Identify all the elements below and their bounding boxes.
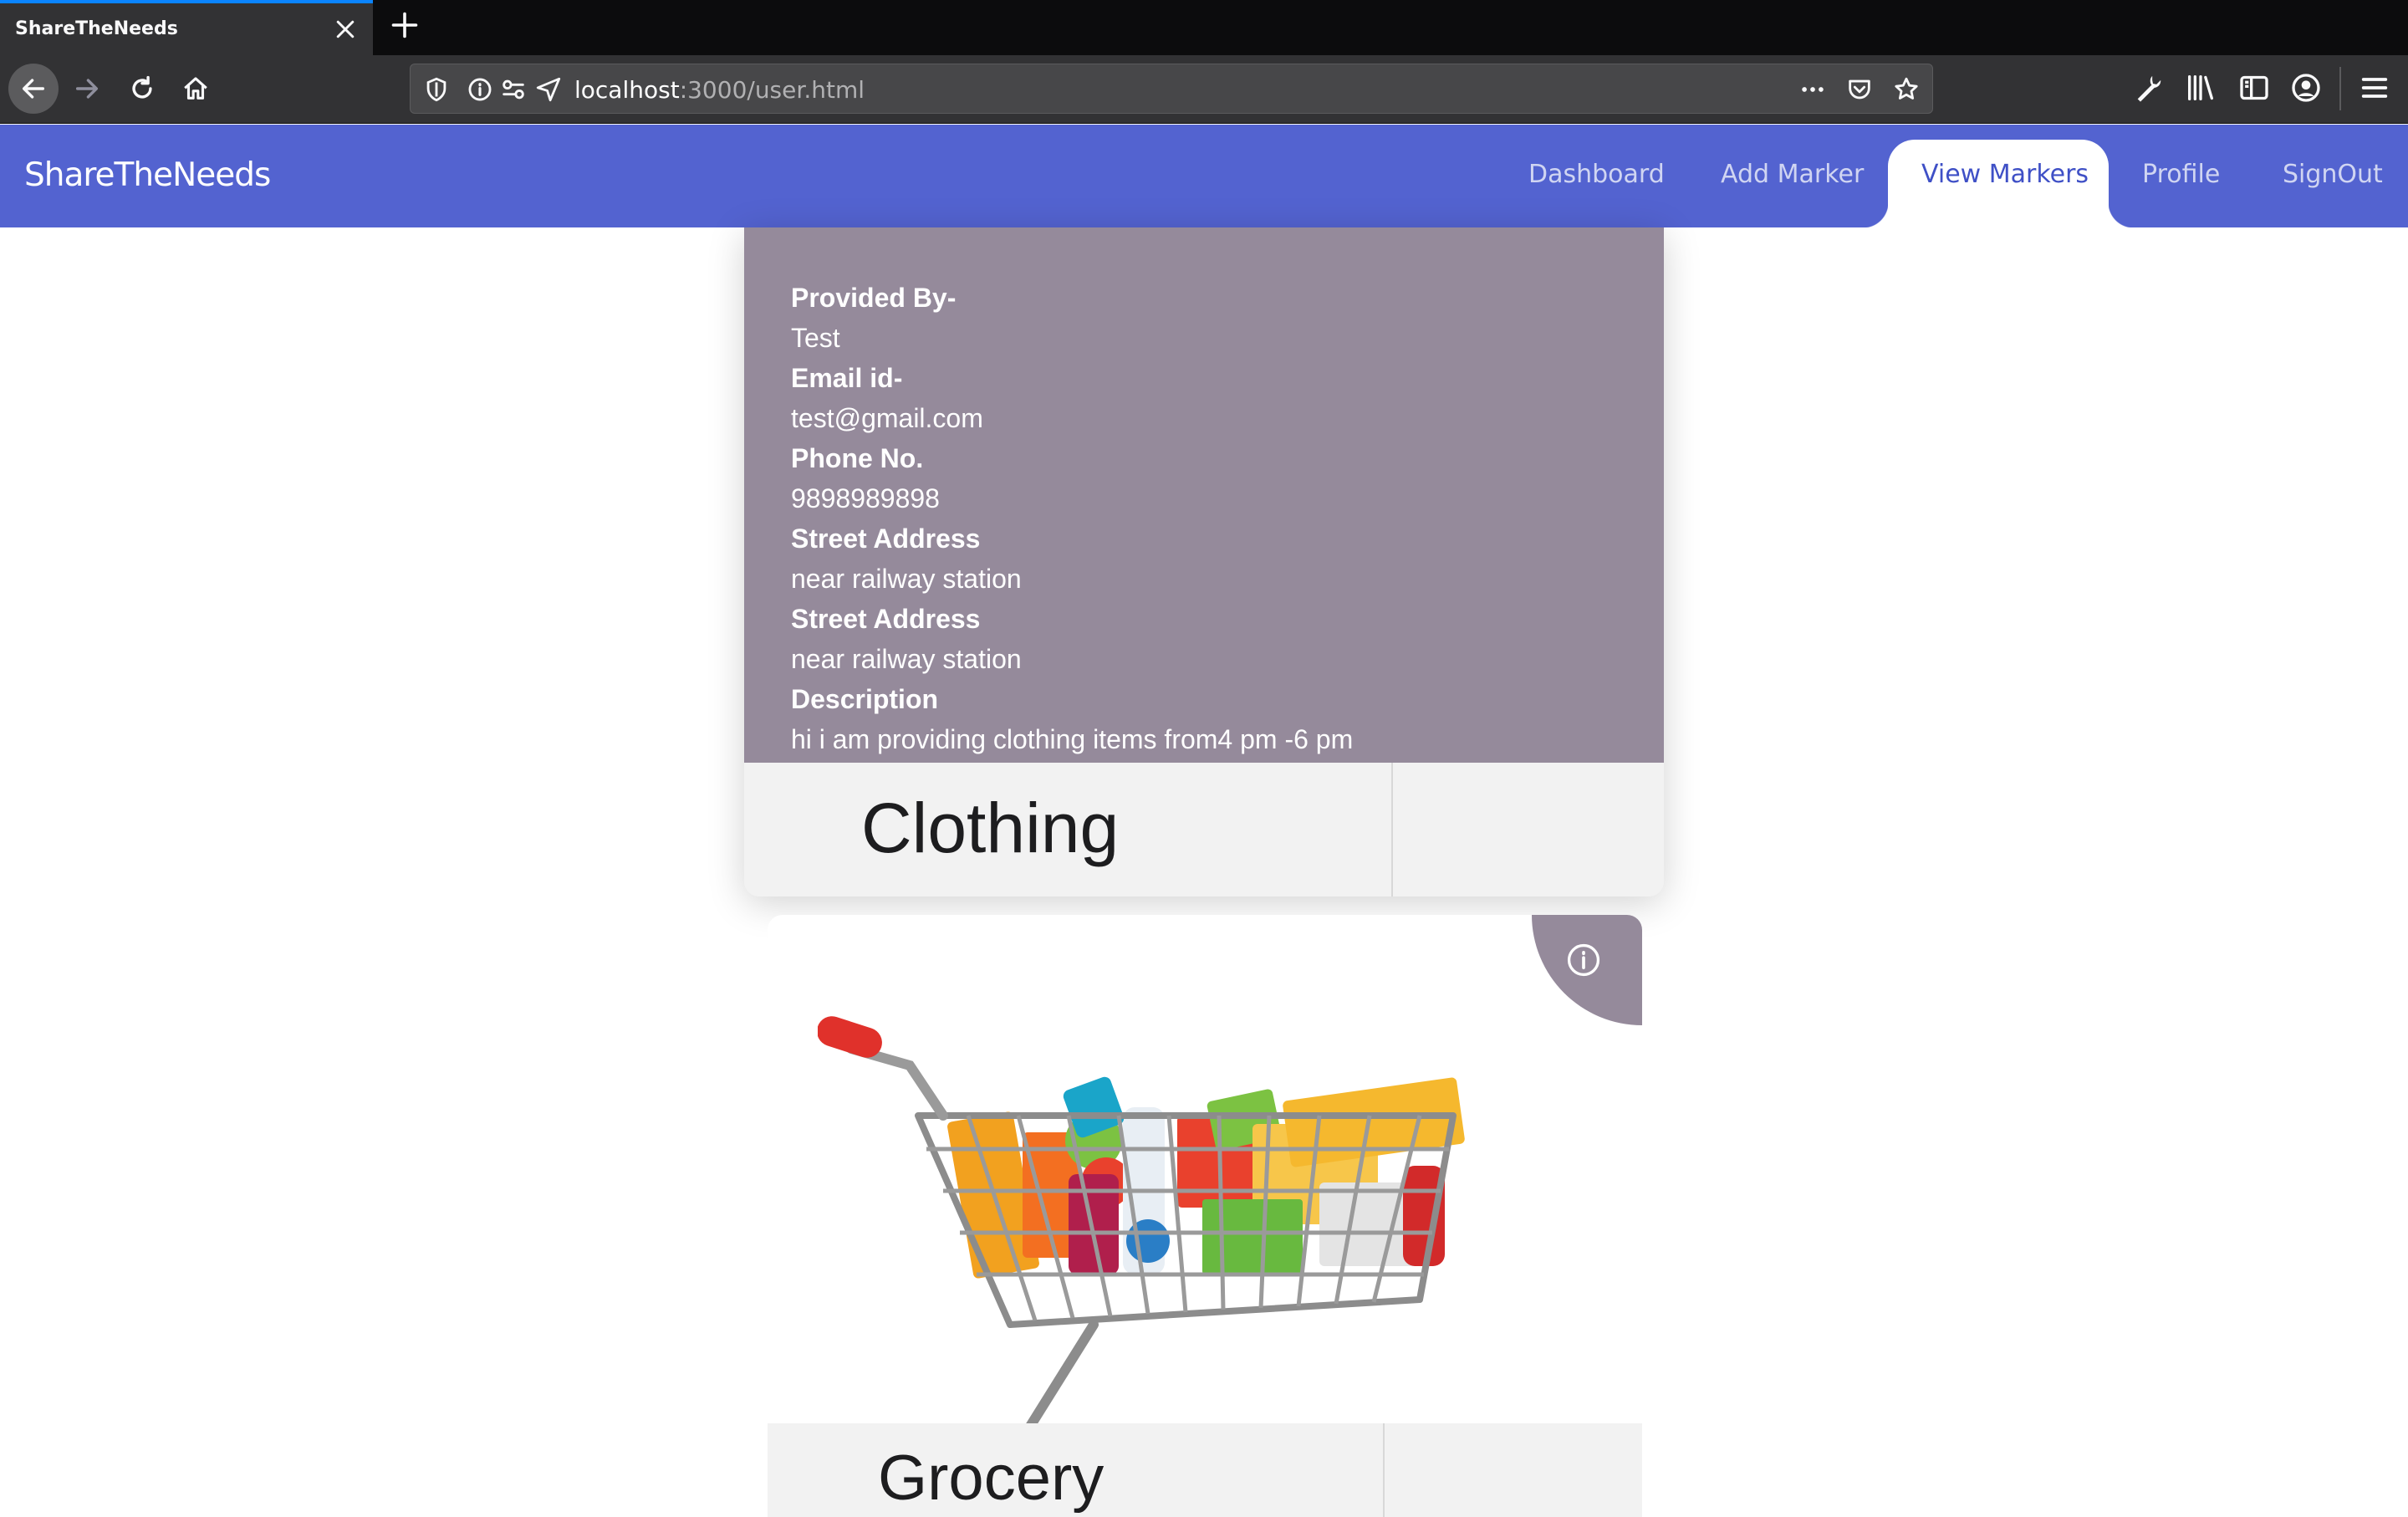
email-value: test@gmail.com [791, 403, 983, 433]
page-actions-icon[interactable] [1798, 75, 1827, 104]
marker-card-clothing[interactable]: Provided By- Test Email id- test@gmail.c… [744, 227, 1664, 896]
marker-card-grocery[interactable]: Grocery [768, 915, 1642, 1517]
nav-profile[interactable]: Profile [2142, 160, 2220, 189]
browser-tab[interactable]: ShareTheNeeds [0, 0, 373, 55]
card-footer-divider [1391, 763, 1393, 896]
browser-toolbar: localhost:3000/user.html [0, 55, 2408, 124]
url-path: :3000/user.html [679, 76, 865, 104]
phone-value: 9898989898 [791, 483, 940, 513]
location-arrow-icon[interactable] [534, 75, 563, 104]
street-address-label: Street Address [791, 524, 981, 554]
browser-tabstrip: ShareTheNeeds [0, 0, 2408, 55]
nav-view-markers[interactable]: View Markers [1863, 140, 2134, 227]
nav-dashboard[interactable]: Dashboard [1528, 160, 1665, 189]
card-footer-divider-grocery [1383, 1423, 1385, 1517]
provided-by-label: Provided By- [791, 283, 957, 313]
info-icon [1567, 943, 1600, 977]
nav-view-markers-label: View Markers [1921, 160, 2089, 189]
card-footer-grocery: Grocery [768, 1423, 1642, 1517]
provided-by-value: Test [791, 323, 840, 353]
forward-icon[interactable] [62, 64, 112, 114]
url-text[interactable]: localhost:3000/user.html [574, 76, 865, 104]
card-category-title: Clothing [861, 789, 1120, 867]
info-button[interactable] [1532, 915, 1642, 1025]
back-icon[interactable] [8, 64, 59, 114]
street-address-value: near railway station [791, 564, 1022, 594]
card-category-title-grocery: Grocery [878, 1443, 1105, 1514]
url-host: localhost [574, 76, 680, 104]
url-bar[interactable]: localhost:3000/user.html [410, 64, 1933, 114]
phone-label: Phone No. [791, 443, 924, 473]
new-tab-icon[interactable] [386, 7, 423, 43]
brand-logo-text[interactable]: ShareTheNeeds [24, 156, 271, 194]
nav-signout[interactable]: SignOut [2283, 160, 2383, 189]
card-footer: Clothing [744, 763, 1664, 896]
permissions-icon[interactable] [499, 75, 528, 104]
street-address-value-2: near railway station [791, 644, 1022, 674]
description-label: Description [791, 684, 939, 714]
home-icon[interactable] [171, 64, 221, 114]
site-info-icon[interactable] [466, 75, 494, 104]
nav-add-marker[interactable]: Add Marker [1721, 160, 1864, 189]
wrench-icon[interactable] [2132, 71, 2166, 105]
library-icon[interactable] [2184, 71, 2217, 105]
reload-icon[interactable] [117, 64, 167, 114]
description-value: hi i am providing clothing items from4 p… [791, 724, 1354, 754]
tracking-shield-icon[interactable] [422, 75, 451, 104]
sidebar-icon[interactable] [2237, 71, 2271, 105]
tab-close-icon[interactable] [331, 13, 360, 42]
toolbar-separator [2339, 67, 2341, 110]
bookmark-star-icon[interactable] [1892, 75, 1921, 104]
pocket-icon[interactable] [1845, 75, 1874, 104]
account-icon[interactable] [2289, 71, 2323, 105]
tab-title: ShareTheNeeds [15, 18, 178, 39]
app-navbar: ShareTheNeeds Dashboard Add Marker View … [0, 125, 2408, 227]
marker-info-panel: Provided By- Test Email id- test@gmail.c… [744, 227, 1664, 763]
email-label: Email id- [791, 363, 903, 393]
street-address-label-2: Street Address [791, 604, 981, 634]
hamburger-menu-icon[interactable] [2358, 71, 2391, 105]
